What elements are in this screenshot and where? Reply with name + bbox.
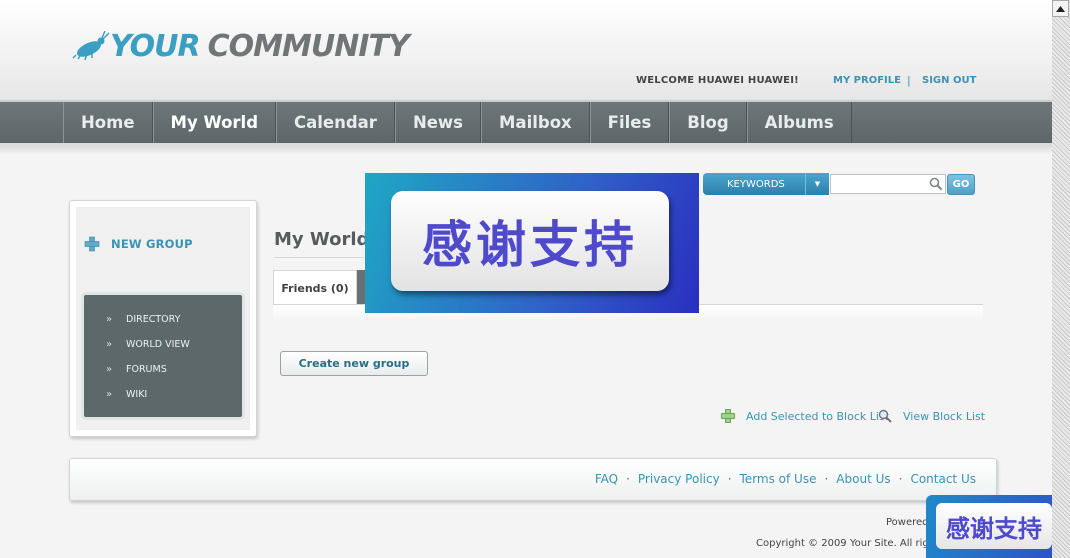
bullet-icon: » <box>106 339 113 350</box>
search-bar: KEYWORDS ▼ GO <box>703 173 976 196</box>
footer-link-terms[interactable]: Terms of Use <box>740 472 817 486</box>
sidebar-item-label: FORUMS <box>126 364 167 375</box>
overlay-banner-large: 感谢支持 <box>365 173 699 313</box>
main-nav: Home My World Calendar News Mailbox File… <box>0 100 1052 146</box>
page-title: My World <box>274 229 370 250</box>
overlay-text: 感谢支持 <box>946 514 1042 543</box>
sidebar-item-world-view[interactable]: » WORLD VIEW <box>106 339 190 350</box>
sign-out-link[interactable]: SIGN OUT <box>922 75 976 86</box>
bullet-icon: » <box>106 389 113 400</box>
footer-link-privacy[interactable]: Privacy Policy <box>638 472 720 486</box>
sidebar-item-forums[interactable]: » FORUMS <box>106 364 167 375</box>
view-block-list[interactable]: View Block List <box>878 409 985 423</box>
welcome-message: WELCOME HUAWEI HUAWEI! <box>636 75 799 86</box>
search-filter-label: KEYWORDS <box>727 178 785 190</box>
add-to-block-list[interactable]: Add Selected to Block List <box>721 409 889 423</box>
sidebar-submenu: » DIRECTORY » WORLD VIEW » FORUMS » WIKI <box>81 292 245 420</box>
powered-by-text: Powered <box>886 517 929 528</box>
sidebar-item-label: WIKI <box>126 389 148 400</box>
add-block-label: Add Selected to Block List <box>746 409 889 423</box>
logo-text-community: COMMUNITY <box>207 28 410 64</box>
header: YOUR COMMUNITY WELCOME HUAWEI HUAWEI! MY… <box>0 0 1052 100</box>
vertical-scrollbar[interactable] <box>1052 0 1070 558</box>
overlay-banner-small: 感谢支持 <box>926 495 1052 558</box>
logo-text-your: YOUR <box>110 28 201 64</box>
my-profile-link[interactable]: MY PROFILE <box>833 75 901 86</box>
overlay-text: 感谢支持 <box>422 216 638 274</box>
footer-separator: · <box>626 472 630 486</box>
plus-icon <box>84 236 100 252</box>
site-logo[interactable]: YOUR COMMUNITY <box>72 28 410 64</box>
copyright-text: Copyright © 2009 Your Site. All righ <box>756 538 936 549</box>
view-block-label: View Block List <box>903 409 986 423</box>
bug-icon <box>72 31 110 61</box>
tab-friends[interactable]: Friends (0) <box>273 270 357 305</box>
footer-link-contact[interactable]: Contact Us <box>910 472 976 486</box>
magnifier-icon <box>878 409 892 423</box>
chevron-down-icon[interactable]: ▼ <box>805 173 829 195</box>
search-go-button[interactable]: GO <box>947 174 975 195</box>
search-icon <box>929 177 943 191</box>
nav-item-home[interactable]: Home <box>63 102 153 143</box>
nav-item-albums[interactable]: Albums <box>746 102 852 143</box>
header-separator: | <box>907 74 911 87</box>
new-group-label: NEW GROUP <box>111 237 193 251</box>
footer-separator: · <box>727 472 732 486</box>
scroll-up-button[interactable] <box>1052 0 1069 17</box>
bullet-icon: » <box>106 364 113 375</box>
overlay-plate: 感谢支持 <box>936 503 1052 549</box>
footer-separator: · <box>898 472 903 486</box>
nav-item-my-world[interactable]: My World <box>152 102 277 143</box>
sidebar-item-label: DIRECTORY <box>126 314 181 325</box>
arrow-up-icon <box>1056 5 1065 12</box>
nav-shadow <box>0 146 1052 154</box>
bullet-icon: » <box>106 314 113 325</box>
nav-item-blog[interactable]: Blog <box>669 102 747 143</box>
nav-item-files[interactable]: Files <box>589 102 670 143</box>
nav-item-news[interactable]: News <box>394 102 482 143</box>
sidebar-item-wiki[interactable]: » WIKI <box>106 389 147 400</box>
footer-link-faq[interactable]: FAQ <box>595 472 618 486</box>
nav-item-calendar[interactable]: Calendar <box>276 102 395 143</box>
footer-separator: · <box>824 472 829 486</box>
footer-link-about[interactable]: About Us <box>836 472 890 486</box>
sidebar-item-label: WORLD VIEW <box>126 339 190 350</box>
sidebar-item-directory[interactable]: » DIRECTORY <box>106 314 180 325</box>
footer-links: FAQ · Privacy Policy · Terms of Use · Ab… <box>595 472 976 486</box>
nav-item-mailbox[interactable]: Mailbox <box>481 102 590 143</box>
plus-icon <box>721 409 735 423</box>
footer: FAQ · Privacy Policy · Terms of Use · Ab… <box>69 458 997 501</box>
create-group-button[interactable]: Create new group <box>280 351 428 376</box>
title-divider <box>274 257 365 258</box>
page: YOUR COMMUNITY WELCOME HUAWEI HUAWEI! MY… <box>0 0 1052 558</box>
new-group-link[interactable]: NEW GROUP <box>84 236 193 252</box>
overlay-plate: 感谢支持 <box>391 191 669 291</box>
